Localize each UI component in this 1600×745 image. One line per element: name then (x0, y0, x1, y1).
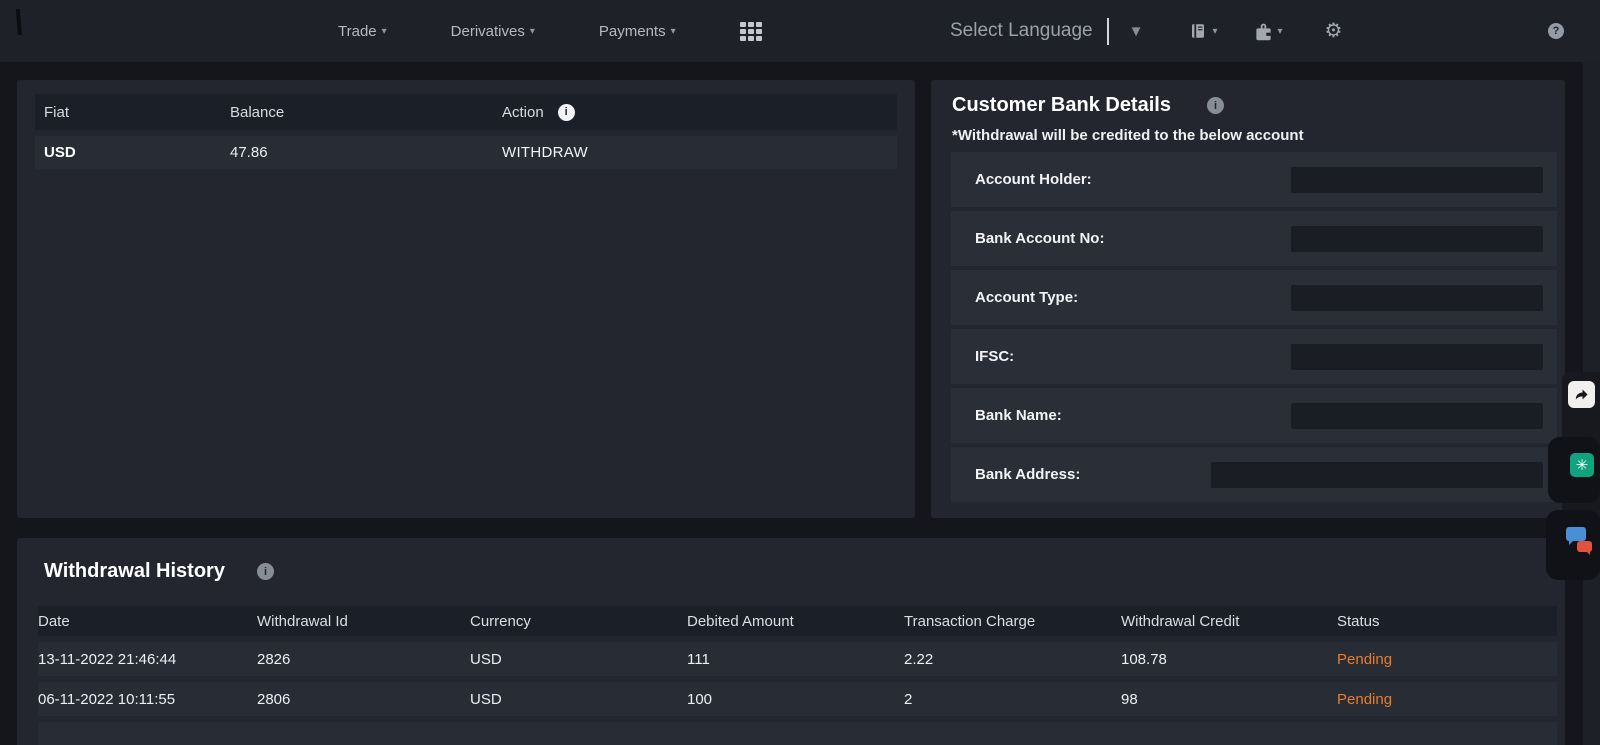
withdraw-button[interactable]: WITHDRAW (502, 144, 588, 161)
logo-mark: \ (12, 4, 25, 44)
withdrawal-history-info-icon[interactable]: i (257, 563, 274, 580)
field-row-ifsc: IFSC: (951, 329, 1557, 384)
cell-withdrawal-credit: 98 (1121, 691, 1337, 708)
chatgpt-extension-icon[interactable]: ✳ (1570, 453, 1594, 477)
action-info-icon[interactable]: i (558, 104, 575, 121)
cell-withdrawal-credit: 108.78 (1121, 651, 1337, 668)
field-row-bank-name: Bank Name: (951, 388, 1557, 443)
bank-name-input[interactable] (1291, 403, 1543, 429)
field-label: Bank Name: (975, 407, 1062, 424)
col-debited-amount: Debited Amount (687, 613, 904, 630)
withdrawal-history-header: Date Withdrawal Id Currency Debited Amou… (38, 606, 1557, 636)
field-label: Bank Account No: (975, 230, 1104, 247)
orders-menu[interactable]: ▾ (1189, 22, 1217, 40)
cell-transaction-charge: 2.22 (904, 651, 1121, 668)
cell-currency: USD (470, 691, 687, 708)
help-icon[interactable]: ? (1548, 23, 1564, 39)
col-withdrawal-id: Withdrawal Id (257, 613, 470, 630)
bank-details-title: Customer Bank Details (952, 94, 1171, 117)
status-badge: Pending (1337, 691, 1557, 708)
nav-payments[interactable]: Payments ▾ (599, 23, 676, 40)
cell-withdrawal-id: 2806 (257, 691, 470, 708)
ifsc-input[interactable] (1291, 344, 1543, 370)
field-row-bank-address: Bank Address: (951, 447, 1557, 502)
col-withdrawal-credit: Withdrawal Credit (1121, 613, 1337, 630)
cell-transaction-charge: 2 (904, 691, 1121, 708)
table-row: 06-11-2022 10:11:55 2806 USD 100 2 98 Pe… (38, 682, 1557, 716)
chevron-down-icon: ▾ (1212, 26, 1217, 37)
select-language[interactable]: Select Language (950, 20, 1093, 42)
share-arrow-icon[interactable] (1568, 381, 1595, 408)
chat-bubble-blue (1566, 527, 1586, 541)
customer-bank-details-panel: Customer Bank Details i *Withdrawal will… (931, 80, 1565, 518)
language-dropdown-icon[interactable]: ▼ (1129, 23, 1144, 40)
cell-date: 06-11-2022 10:11:55 (38, 691, 257, 708)
table-row-partial (38, 722, 1557, 745)
fiat-row-usd: USD 47.86 WITHDRAW (35, 136, 897, 169)
col-transaction-charge: Transaction Charge (904, 613, 1121, 630)
col-action: Action (502, 104, 544, 121)
account-holder-input[interactable] (1291, 167, 1543, 193)
nav-derivatives[interactable]: Derivatives ▾ (451, 23, 535, 40)
field-label: Account Holder: (975, 171, 1092, 188)
cell-currency: USD (470, 651, 687, 668)
cell-date: 13-11-2022 21:46:44 (38, 651, 257, 668)
withdrawal-credit-note: *Withdrawal will be credited to the belo… (952, 127, 1304, 144)
top-navigation-bar: \ Trade ▾ Derivatives ▾ Payments ▾ Selec… (0, 0, 1600, 62)
bank-address-input[interactable] (1211, 462, 1543, 488)
chevron-down-icon: ▾ (1278, 26, 1283, 37)
col-currency: Currency (470, 613, 687, 630)
settings-gear-icon[interactable]: ⚙ (1325, 21, 1343, 41)
withdrawal-history-panel: Withdrawal History i Date Withdrawal Id … (17, 538, 1565, 745)
chevron-down-icon: ▾ (530, 26, 535, 37)
bank-account-no-input[interactable] (1291, 226, 1543, 252)
field-row-bank-account-no: Bank Account No: (951, 211, 1557, 266)
withdrawal-history-title: Withdrawal History (44, 560, 225, 583)
nav-trade[interactable]: Trade ▾ (338, 23, 387, 40)
field-label: Account Type: (975, 289, 1078, 306)
cell-withdrawal-id: 2826 (257, 651, 470, 668)
wallet-lock-icon (1254, 21, 1273, 42)
orders-book-icon (1189, 22, 1207, 40)
divider (1107, 18, 1109, 45)
cell-debited-amount: 111 (687, 651, 904, 668)
col-status: Status (1337, 613, 1557, 630)
main-nav: Trade ▾ Derivatives ▾ Payments ▾ (338, 0, 762, 62)
chat-bubbles-extension-icon[interactable] (1566, 527, 1594, 559)
apps-grid-icon[interactable] (740, 22, 762, 41)
field-row-account-holder: Account Holder: (951, 152, 1557, 207)
table-row: 13-11-2022 21:46:44 2826 USD 111 2.22 10… (38, 642, 1557, 676)
wallet-menu[interactable]: ▾ (1254, 21, 1283, 42)
cell-debited-amount: 100 (687, 691, 904, 708)
field-label: Bank Address: (975, 466, 1080, 483)
header-right-cluster: Select Language ▼ ▾ ▾ ⚙ (950, 0, 1342, 62)
chevron-down-icon: ▾ (382, 26, 387, 37)
bank-details-info-icon[interactable]: i (1207, 97, 1224, 114)
fiat-balance-panel: Fiat Balance Action i USD 47.86 WITHDRAW (17, 80, 915, 518)
fiat-table-header: Fiat Balance Action i (35, 94, 897, 130)
chat-bubble-red (1577, 541, 1592, 552)
withdrawal-history-table: Date Withdrawal Id Currency Debited Amou… (38, 606, 1557, 745)
col-balance: Balance (221, 104, 493, 121)
account-type-input[interactable] (1291, 285, 1543, 311)
field-row-account-type: Account Type: (951, 270, 1557, 325)
status-badge: Pending (1337, 651, 1557, 668)
fiat-currency: USD (35, 144, 221, 161)
col-fiat: Fiat (35, 104, 221, 121)
chevron-down-icon: ▾ (671, 26, 676, 37)
col-date: Date (38, 613, 257, 630)
field-label: IFSC: (975, 348, 1014, 365)
bank-fields-list: Account Holder: Bank Account No: Account… (951, 152, 1557, 502)
fiat-balance: 47.86 (221, 144, 493, 161)
fiat-table: Fiat Balance Action i USD 47.86 WITHDRAW (35, 94, 897, 169)
